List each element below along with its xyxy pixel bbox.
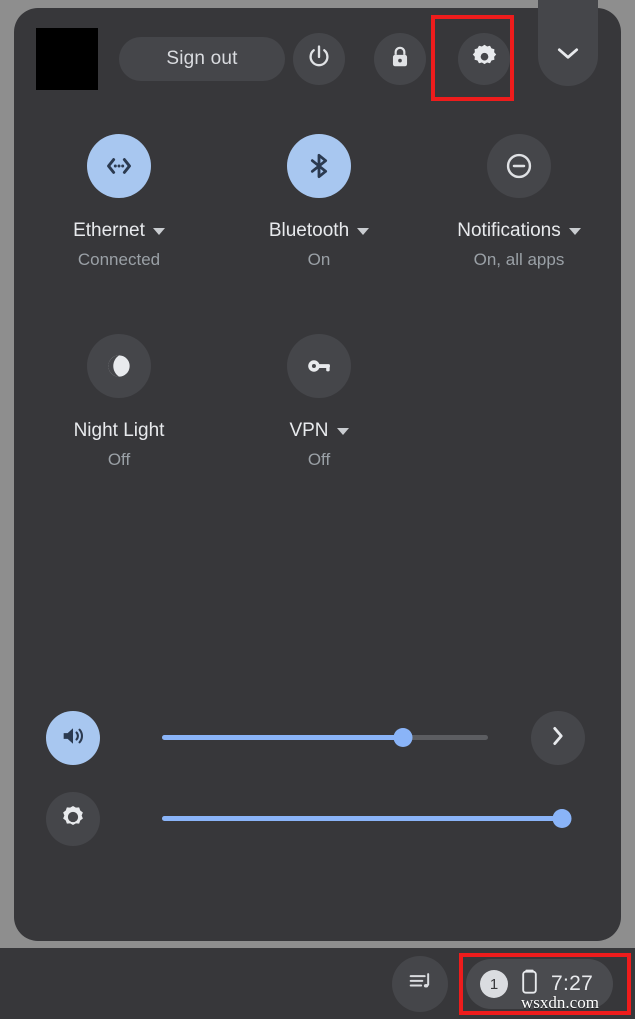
notification-count-badge[interactable]: 1	[480, 970, 508, 998]
tile-label-text: Ethernet	[73, 220, 145, 241]
media-playlist-icon	[406, 968, 434, 1001]
chevron-down-icon[interactable]	[568, 227, 581, 235]
power-button[interactable]	[293, 33, 345, 85]
audio-settings-expand-button[interactable]	[531, 711, 585, 765]
brightness-slider-fill	[162, 816, 562, 821]
tile-vpn[interactable]: VPN Off	[224, 318, 414, 518]
chevron-down-icon	[555, 45, 581, 66]
feature-tile-grid: Ethernet Connected Bluetooth On Notifica…	[14, 118, 621, 518]
lock-button[interactable]	[374, 33, 426, 85]
feature-tile-row: Night Light Off VPN Off	[14, 318, 621, 518]
key-icon	[287, 334, 351, 398]
tile-label-text: VPN	[289, 420, 329, 441]
watermark-label: wsxdn.com	[521, 993, 599, 1012]
brightness-slider-track[interactable]	[162, 809, 572, 828]
tile-label-bluetooth: Bluetooth	[268, 220, 370, 242]
media-controls-button[interactable]	[392, 956, 448, 1012]
tile-label-ethernet: Ethernet	[73, 220, 165, 242]
collapse-panel-button[interactable]	[538, 0, 598, 86]
feature-tile-row: Ethernet Connected Bluetooth On Notifica…	[14, 118, 621, 318]
user-avatar[interactable]	[36, 28, 98, 90]
chevron-down-icon[interactable]	[357, 227, 370, 235]
tile-label-night-light: Night Light	[74, 420, 165, 442]
chevron-right-icon	[549, 723, 567, 754]
ethernet-icon	[87, 134, 151, 198]
bluetooth-icon	[287, 134, 351, 198]
tile-empty-slot	[424, 318, 614, 518]
tile-label-text: Night Light	[73, 420, 165, 441]
volume-slider-fill	[162, 735, 404, 740]
sign-out-button[interactable]: Sign out	[119, 37, 285, 81]
tile-notifications[interactable]: Notifications On, all apps	[424, 118, 614, 318]
brightness-slider-thumb[interactable]	[552, 809, 572, 828]
do-not-disturb-icon	[487, 134, 551, 198]
tile-label-notifications: Notifications	[457, 220, 581, 242]
brightness-slider-row	[14, 784, 621, 865]
volume-icon	[59, 722, 87, 755]
tile-label-text: Notifications	[457, 220, 561, 241]
settings-gear-button[interactable]	[458, 33, 510, 85]
tile-label-vpn: VPN	[289, 420, 349, 442]
tile-bluetooth[interactable]: Bluetooth On	[224, 118, 414, 318]
tile-ethernet[interactable]: Ethernet Connected	[24, 118, 214, 318]
chevron-down-icon[interactable]	[152, 227, 165, 235]
volume-slider-row	[14, 703, 621, 784]
tile-status-ethernet: Connected	[77, 250, 161, 269]
chevron-down-icon[interactable]	[336, 427, 349, 435]
volume-slider-thumb[interactable]	[393, 728, 413, 747]
tile-status-bluetooth: On	[307, 250, 331, 269]
tile-status-notifications: On, all apps	[473, 250, 565, 269]
tile-status-night-light: Off	[107, 450, 131, 469]
volume-button[interactable]	[46, 711, 100, 765]
moon-icon	[87, 334, 151, 398]
brightness-icon	[58, 802, 88, 837]
tile-night-light[interactable]: Night Light Off	[24, 318, 214, 518]
volume-slider-track[interactable]	[162, 728, 488, 747]
tile-label-text: Bluetooth	[268, 220, 350, 241]
quick-settings-header: Sign out	[14, 0, 621, 108]
tile-status-vpn: Off	[307, 450, 331, 469]
gear-icon	[471, 43, 498, 75]
quick-settings-panel: Sign out Ethernet Connected Bluetooth On…	[14, 0, 621, 941]
power-icon	[305, 43, 333, 76]
slider-section	[14, 703, 621, 865]
brightness-button[interactable]	[46, 792, 100, 846]
lock-icon	[387, 44, 413, 75]
